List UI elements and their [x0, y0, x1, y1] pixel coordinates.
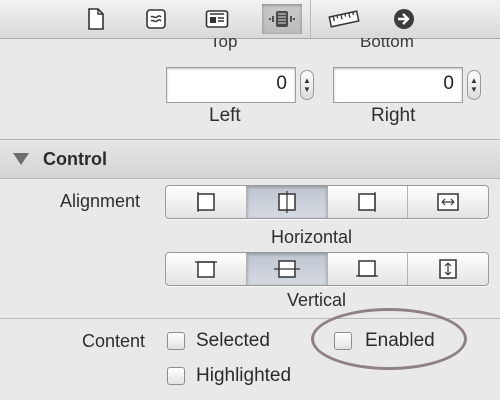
connections-arrow-icon[interactable]	[384, 4, 424, 34]
bottom-label-clipped: Bottom	[360, 38, 440, 54]
selected-checkbox-label: Selected	[196, 330, 270, 351]
align-left-icon	[197, 192, 215, 212]
stepper-down-icon[interactable]: ▼	[470, 85, 478, 94]
fill-horizontal-icon	[437, 193, 459, 211]
file-icon[interactable]	[76, 4, 116, 34]
right-inset-stepper[interactable]: ▲ ▼	[467, 70, 481, 100]
horizontal-caption: Horizontal	[271, 227, 353, 247]
align-right-icon	[358, 192, 377, 212]
align-left-segment[interactable]	[166, 186, 247, 218]
highlight-annotation-oval	[311, 308, 467, 370]
top-label: Top	[210, 38, 238, 51]
align-bottom-segment[interactable]	[328, 253, 409, 285]
toolbar-separator	[310, 0, 311, 38]
left-label: Left	[209, 105, 241, 126]
top-label-clipped: Top	[210, 38, 270, 54]
control-section-header[interactable]: Control	[0, 139, 500, 179]
right-inset-value: 0	[443, 73, 454, 94]
size-ruler-icon[interactable]	[324, 4, 364, 34]
right-inset-field[interactable]: 0	[333, 67, 463, 103]
stepper-up-icon[interactable]: ▲	[470, 76, 478, 85]
align-fill-h-segment[interactable]	[408, 186, 488, 218]
left-inset-value: 0	[276, 73, 287, 94]
left-inset-field[interactable]: 0	[166, 67, 296, 103]
left-inset-stepper[interactable]: ▲ ▼	[300, 70, 314, 100]
bottom-label: Bottom	[360, 38, 414, 51]
vertical-caption: Vertical	[287, 290, 347, 310]
inspector-toolbar	[0, 0, 500, 39]
horizontal-alignment-control[interactable]	[165, 185, 489, 219]
stepper-down-icon[interactable]: ▼	[303, 85, 311, 94]
align-right-segment[interactable]	[328, 186, 409, 218]
align-center-v-icon	[273, 260, 300, 278]
fill-vertical-icon	[439, 259, 457, 279]
stepper-up-icon[interactable]: ▲	[303, 76, 311, 85]
right-label: Right	[371, 105, 416, 126]
vertical-alignment-control[interactable]	[165, 252, 489, 286]
align-fill-v-segment[interactable]	[408, 253, 488, 285]
selected-checkbox[interactable]	[167, 332, 185, 350]
alignment-label: Alignment	[60, 191, 141, 211]
section-title: Control	[43, 149, 107, 169]
identity-icon[interactable]	[197, 4, 237, 34]
quick-help-icon[interactable]	[136, 4, 176, 34]
align-center-h-icon	[277, 191, 296, 213]
disclosure-triangle-icon[interactable]	[13, 153, 29, 165]
align-top-icon	[194, 261, 217, 278]
highlighted-checkbox-label: Highlighted	[196, 365, 292, 386]
highlighted-checkbox[interactable]	[167, 367, 185, 385]
align-center-h-segment[interactable]	[246, 186, 328, 218]
align-top-segment[interactable]	[166, 253, 247, 285]
content-label: Content	[82, 331, 146, 351]
align-bottom-icon	[356, 260, 379, 277]
attributes-icon[interactable]	[262, 4, 302, 34]
align-center-v-segment[interactable]	[246, 253, 328, 285]
